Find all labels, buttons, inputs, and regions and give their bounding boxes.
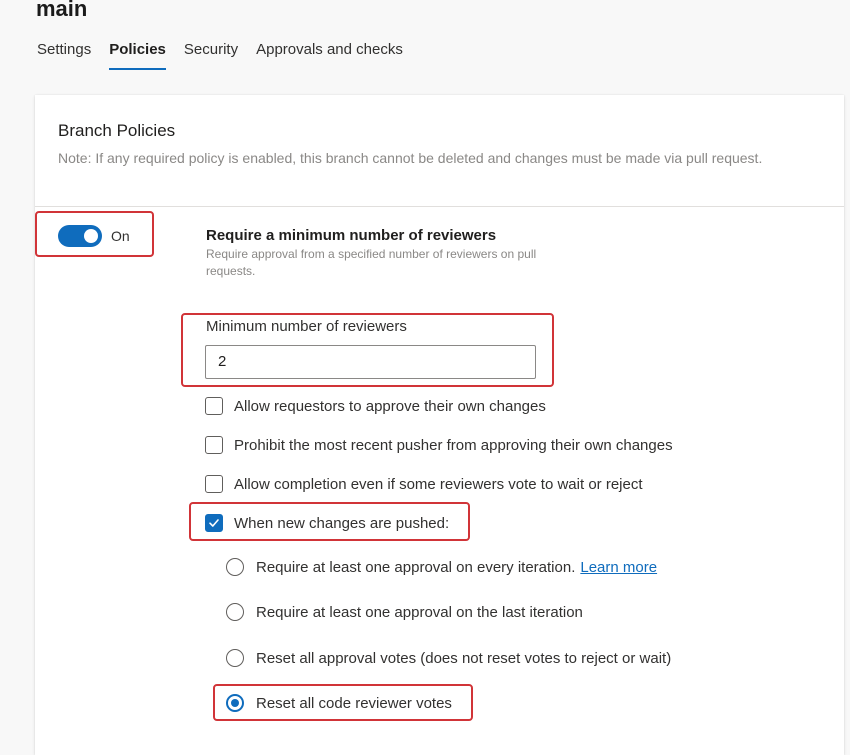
option-label: When new changes are pushed: [234,514,450,532]
checkbox[interactable] [205,397,223,415]
checkbox[interactable] [205,436,223,454]
tab-approvals-and-checks[interactable]: Approvals and checks [256,41,403,70]
option-label: Allow completion even if some reviewers … [234,475,643,493]
option-label: Reset all approval votes (does not reset… [256,649,672,667]
option-label: Prohibit the most recent pusher from app… [234,436,673,454]
tab-settings[interactable]: Settings [37,41,91,70]
allow-completion-option[interactable]: Allow completion even if some reviewers … [205,475,643,493]
reset-all-approval-votes-option[interactable]: Reset all approval votes (does not reset… [226,649,671,667]
tab-bar: Settings Policies Security Approvals and… [37,41,421,70]
radio-button[interactable] [226,558,244,576]
when-new-changes-pushed-option[interactable]: When new changes are pushed: [205,514,449,532]
toggle-label: On [111,228,130,244]
require-approval-last-iteration-option[interactable]: Require at least one approval on the las… [226,603,583,621]
card-title: Branch Policies [58,121,176,140]
checkbox[interactable] [205,475,223,493]
option-label: Reset all code reviewer votes [256,694,452,712]
allow-requestors-approve-option[interactable]: Allow requestors to approve their own ch… [205,397,546,415]
radio-button-selected[interactable] [226,694,244,712]
min-reviewers-input[interactable]: 2 [205,345,536,379]
policy-title: Require a minimum number of reviewers [206,227,497,244]
card-header: Branch Policies Note: If any required po… [35,95,844,207]
page-title: main [36,0,88,21]
radio-button[interactable] [226,649,244,667]
radio-dot [231,699,239,707]
radio-button[interactable] [226,603,244,621]
checkmark-icon [209,519,219,527]
option-label: Require at least one approval on the las… [256,603,583,621]
tab-policies[interactable]: Policies [109,41,166,70]
option-label: Require at least one approval on every i… [256,558,576,576]
toggle-knob [84,229,98,243]
checkbox-checked[interactable] [205,514,223,532]
learn-more-link[interactable]: Learn more [580,559,657,576]
reset-all-code-reviewer-votes-option[interactable]: Reset all code reviewer votes [226,694,452,712]
card-note: Note: If any required policy is enabled,… [58,150,763,166]
tab-security[interactable]: Security [184,41,238,70]
require-approval-every-iteration-option[interactable]: Require at least one approval on every i… [226,558,657,576]
min-reviewers-label: Minimum number of reviewers [206,318,407,335]
option-label: Allow requestors to approve their own ch… [234,397,546,415]
policy-description: Require approval from a specified number… [206,247,537,278]
policy-toggle[interactable] [58,225,102,247]
prohibit-recent-pusher-option[interactable]: Prohibit the most recent pusher from app… [205,436,673,454]
